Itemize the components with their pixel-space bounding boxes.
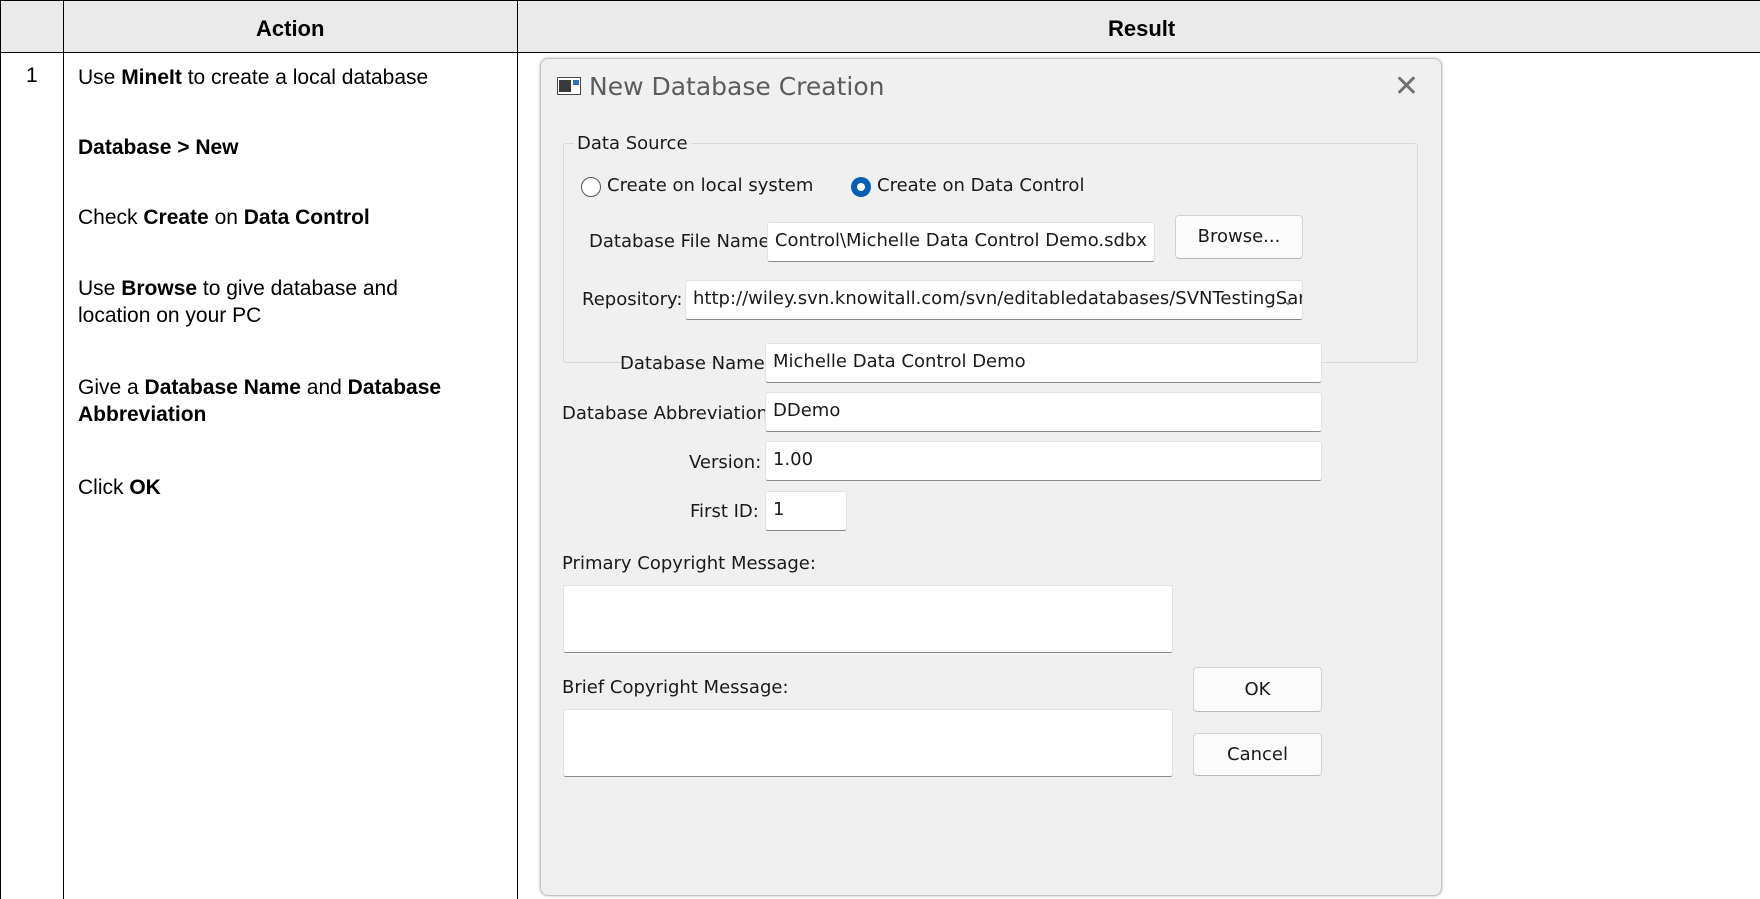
step-use-browse: Use Browse to give database and location … <box>78 277 398 327</box>
radio-create-data-control-label[interactable]: Create on Data Control <box>877 175 1084 196</box>
data-source-label: Data Source <box>574 133 691 154</box>
database-abbreviation-field[interactable]: DDemo <box>765 392 1322 432</box>
table-col-divider-2 <box>517 0 518 899</box>
new-database-dialog: New Database Creation ✕ Data Source Crea… <box>540 58 1442 896</box>
header-action: Action <box>256 16 325 41</box>
step-check-create: Check Create on Data Control <box>78 206 370 229</box>
primary-copyright-field[interactable] <box>563 585 1173 653</box>
primary-copyright-label: Primary Copyright Message: <box>562 553 816 574</box>
database-name-field[interactable]: Michelle Data Control Demo <box>765 343 1322 383</box>
window-app-icon <box>557 77 581 95</box>
repository-select[interactable]: http://wiley.svn.knowitall.com/svn/edita… <box>685 280 1303 320</box>
step-use-mineit: Use MineIt to create a local database <box>78 66 429 89</box>
brief-copyright-label: Brief Copyright Message: <box>562 677 789 698</box>
table-border-top <box>0 0 1760 1</box>
radio-create-data-control[interactable] <box>851 177 871 197</box>
first-id-label: First ID: <box>690 501 759 522</box>
row-number: 1 <box>26 64 38 87</box>
repository-value: http://wiley.svn.knowitall.com/svn/edita… <box>693 288 1303 309</box>
brief-copyright-field[interactable] <box>563 709 1173 777</box>
cancel-button[interactable]: Cancel <box>1193 733 1322 776</box>
radio-create-local[interactable] <box>581 177 601 197</box>
file-name-field[interactable]: ıta Control\Michelle Data Control Demo.s… <box>767 222 1155 262</box>
first-id-field[interactable]: 1 <box>765 491 847 531</box>
table-col-divider-1 <box>63 0 64 899</box>
table-header-divider <box>0 52 1760 53</box>
dialog-title: New Database Creation <box>589 72 885 101</box>
version-field[interactable]: 1.00 <box>765 441 1322 481</box>
ok-button[interactable]: OK <box>1193 667 1322 712</box>
step-click-ok: Click OK <box>78 476 161 499</box>
table-border-left <box>0 0 1 899</box>
step-database-name: Give a Database Name and Database Abbrevi… <box>78 376 442 426</box>
radio-create-local-label[interactable]: Create on local system <box>607 175 813 196</box>
database-abbreviation-label: Database Abbreviation: <box>562 403 775 424</box>
version-label: Version: <box>689 452 762 473</box>
file-name-label: Database File Name: <box>589 231 776 252</box>
file-name-value: ıta Control\Michelle Data Control Demo.s… <box>767 230 1147 251</box>
chevron-down-icon: ⌄ <box>1282 293 1294 309</box>
database-name-label: Database Name: <box>620 353 771 374</box>
close-icon[interactable]: ✕ <box>1394 69 1419 104</box>
browse-button[interactable]: Browse... <box>1175 215 1303 259</box>
header-result: Result <box>1108 16 1176 41</box>
repository-label: Repository: <box>582 289 683 310</box>
step-database-new: Database > New <box>78 136 239 159</box>
